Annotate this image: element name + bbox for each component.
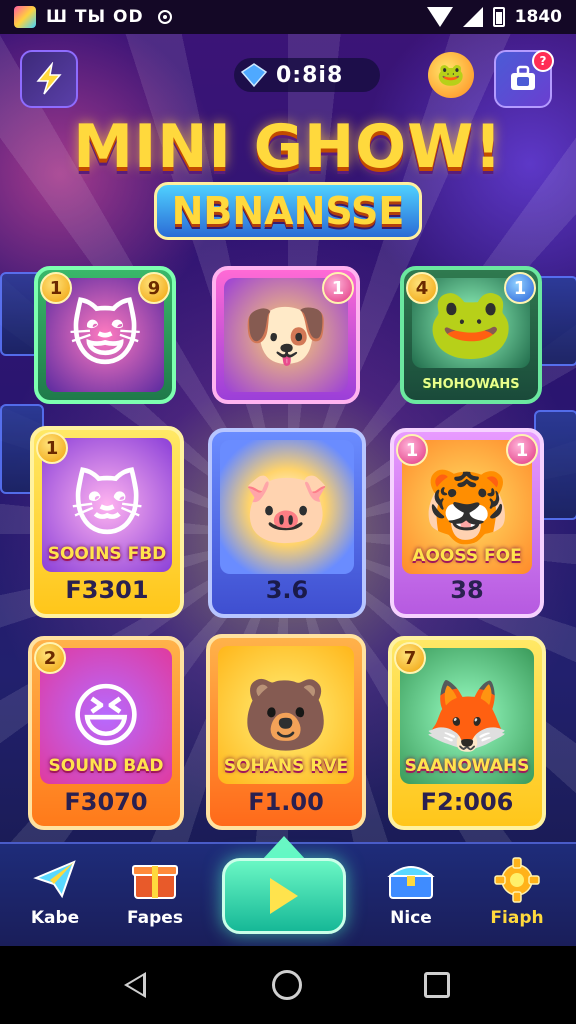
play-button[interactable] xyxy=(222,858,346,934)
timer-text: 0:8i8 xyxy=(276,62,344,88)
card-title: SOHANS RVE xyxy=(223,756,349,776)
system-nav-bar xyxy=(0,946,576,1024)
card-8[interactable]: 🐻 SOHANS RVE F1.00 xyxy=(206,634,366,830)
level-badge: 1 xyxy=(396,434,428,466)
battery-icon xyxy=(492,7,505,27)
level-badge: 4 xyxy=(406,272,438,304)
card-1[interactable]: 😺 1 9 xyxy=(34,266,176,404)
nav-label: Nice xyxy=(390,908,432,928)
nav-item-kabe[interactable]: Kabe xyxy=(10,856,100,942)
count-badge: 1 xyxy=(506,434,538,466)
card-3[interactable]: 🐸 4 1 SHOHOWAHS xyxy=(400,266,542,404)
nav-label: Fiaph xyxy=(490,908,544,928)
frog-character: 🐸 xyxy=(427,282,515,364)
lightning-icon xyxy=(36,62,62,95)
card-5[interactable]: 🐷 3.6 xyxy=(208,428,366,618)
card-title: AOOSS FOE xyxy=(412,546,522,566)
count-badge: 9 xyxy=(138,272,170,304)
card-price: F1.00 xyxy=(248,788,324,816)
dog-character: 🐶 xyxy=(242,294,330,376)
nav-item-nice[interactable]: Nice xyxy=(366,856,456,942)
shop-icon xyxy=(511,65,535,90)
count-badge: 1 xyxy=(322,272,354,304)
game-subtitle: NBNANSSE xyxy=(154,182,422,240)
power-button[interactable] xyxy=(20,50,78,108)
mascot-icon[interactable]: 🐸 xyxy=(428,52,474,98)
nav-item-fiaph[interactable]: Fiaph xyxy=(472,856,562,942)
nav-item-fapes[interactable]: Fapes xyxy=(110,856,200,942)
card-7[interactable]: 😆 2 SOUND BAD F3070 xyxy=(28,636,184,830)
card-9[interactable]: 🦊 7 SAANOWAHS F2:006 xyxy=(388,636,546,830)
wifi-icon xyxy=(426,7,453,27)
status-bar: Ш TЫ OD 1840 xyxy=(0,0,576,34)
notification-badge: ? xyxy=(532,50,554,72)
count-badge: 1 xyxy=(504,272,536,304)
card-price: 38 xyxy=(450,576,484,604)
gift-box-icon xyxy=(110,856,200,908)
paper-plane-icon xyxy=(10,856,100,908)
cat-character: 😺 xyxy=(68,294,142,376)
card-6[interactable]: 🐯 1 1 AOOSS FOE 38 xyxy=(390,428,544,618)
play-icon xyxy=(270,878,298,914)
level-badge: 1 xyxy=(36,432,68,464)
tiger-character: 🐯 xyxy=(423,466,511,548)
carrier-label: Ш TЫ OD xyxy=(46,7,144,27)
home-icon[interactable] xyxy=(272,970,302,1000)
game-title: MINI GHOW! xyxy=(73,112,503,182)
play-button-top xyxy=(262,836,306,860)
card-price: F3070 xyxy=(64,788,148,816)
back-icon[interactable] xyxy=(124,972,146,998)
card-4[interactable]: 🐱 1 SOOINS FBD F3301 xyxy=(30,426,184,618)
card-price: F3301 xyxy=(65,576,149,604)
level-badge: 7 xyxy=(394,642,426,674)
card-title: SAANOWAHS xyxy=(404,756,530,776)
recent-apps-icon[interactable] xyxy=(424,972,450,998)
gem-timer: 0:8i8 xyxy=(234,58,380,92)
card-title: SOUND BAD xyxy=(48,756,164,776)
nav-label: Kabe xyxy=(30,908,80,928)
signal-icon xyxy=(462,7,483,27)
app-icon xyxy=(14,6,36,28)
nav-label: Fapes xyxy=(127,908,183,928)
level-badge: 1 xyxy=(40,272,72,304)
laughing-character: 😆 xyxy=(69,675,143,757)
card-price: F2:006 xyxy=(420,788,514,816)
bear-character: 🐻 xyxy=(242,674,330,756)
card-price: 3.6 xyxy=(265,576,309,604)
level-badge: 2 xyxy=(34,642,66,674)
card-2[interactable]: 🐶 1 xyxy=(212,266,360,404)
card-title: SHOHOWAHS xyxy=(422,377,520,392)
pig-character: 🐷 xyxy=(243,466,331,548)
fox-character: 🦊 xyxy=(423,675,511,757)
gear-icon xyxy=(472,856,562,908)
cat-character: 🐱 xyxy=(70,464,144,546)
sync-icon xyxy=(157,10,172,24)
gem-icon xyxy=(240,63,268,88)
game-subtitle-text: NBNANSSE xyxy=(171,189,405,233)
card-title: SOOINS FBD xyxy=(47,544,167,564)
clock: 1840 xyxy=(514,7,562,27)
treasure-chest-icon xyxy=(366,856,456,908)
